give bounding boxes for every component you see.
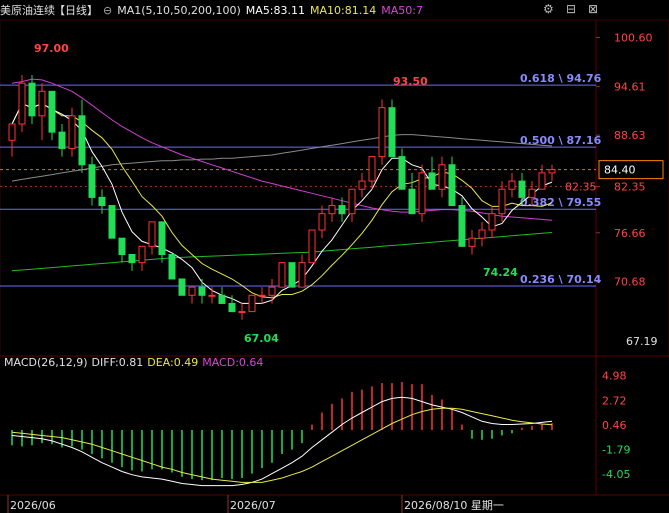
candle-body (168, 254, 176, 280)
chart-header: 美原油连续【日线】 ⊖ MA1(5,10,50,200,100) MA5:83.11 M… (0, 2, 428, 20)
macd-tick-label: 2.72 (602, 394, 627, 407)
price-tick-label: 100.60 (614, 32, 653, 45)
macd-value: MACD:0.64 (202, 356, 264, 369)
candle-body (218, 294, 226, 304)
period-label[interactable]: 【日线】 (54, 4, 98, 17)
candle-body (458, 205, 466, 247)
date-label: 2026/07 (230, 499, 276, 512)
price-tick-label: 94.61 (614, 80, 646, 93)
candle-body (118, 237, 126, 255)
macd-histogram (11, 382, 553, 481)
candle-body (78, 115, 86, 166)
candle-body (258, 294, 266, 297)
candle-body (328, 205, 336, 215)
candle-body (448, 164, 456, 207)
price-marker-label: 82.35 (565, 180, 597, 193)
candle-body (528, 188, 536, 198)
candle-body (348, 188, 356, 215)
fib-label: 0.618 \ 94.76 (520, 72, 602, 85)
candle-body (378, 107, 386, 158)
candle-body (538, 172, 546, 190)
close-icon[interactable]: ⊠ (588, 2, 598, 16)
macd-diff: DIFF:0.81 (91, 356, 144, 369)
candle-body (58, 131, 66, 149)
candle-body (508, 180, 516, 190)
ma50-line (11, 78, 553, 221)
low-annotation: 67.04 (244, 332, 279, 345)
candle-body (138, 245, 146, 264)
collapse-icon[interactable]: ⊟ (566, 2, 576, 16)
candle-body (408, 188, 416, 215)
price-tick-label: 70.68 (614, 276, 646, 289)
candle-body (478, 229, 486, 239)
candle-body (178, 278, 186, 296)
candle-body (198, 286, 206, 296)
candle-body (8, 123, 16, 141)
high-annotation: 93.50 (393, 75, 428, 88)
candle-body (68, 115, 76, 149)
date-label: 2026/08/10 星期一 (404, 499, 504, 512)
date-label: 2026/06 (10, 499, 56, 512)
candle-body (148, 221, 156, 247)
macd-header: MACD(26,12,9) DIFF:0.81 DEA:0.49 MACD:0.64 (4, 356, 267, 369)
candle-body (518, 180, 526, 198)
price-tick-label: 88.63 (614, 129, 646, 142)
instrument-title: 美原油连续 (0, 4, 55, 17)
candle-body (228, 302, 236, 313)
candle-body (298, 262, 306, 288)
candle-body (398, 156, 406, 190)
macd-tick-label: 4.98 (602, 370, 627, 383)
candle-body (428, 172, 436, 190)
candle-body (188, 286, 196, 296)
candle-body (108, 205, 116, 239)
candle-body (208, 294, 216, 297)
macd-tick-label: -1.79 (602, 444, 630, 457)
candle-body (268, 286, 276, 296)
candle-body (98, 196, 106, 207)
ma50-value: MA50:7 (381, 4, 423, 17)
candle-body (18, 82, 26, 125)
candle-body (318, 213, 326, 231)
candle-body (288, 262, 296, 288)
low-annotation: 74.24 (483, 266, 518, 279)
ma10-value: MA10:81.14 (310, 4, 377, 17)
candle-body (238, 311, 246, 314)
candle-body (468, 237, 476, 247)
candle-body (388, 107, 396, 158)
candles-group (8, 75, 556, 320)
candle-body (338, 205, 346, 215)
candle-body (498, 188, 506, 215)
fib-label: 0.236 \ 70.14 (520, 273, 602, 286)
candle-body (28, 82, 36, 117)
macd-tick-label: 0.46 (602, 419, 627, 432)
candle-body (358, 180, 366, 190)
candle-body (368, 156, 376, 182)
mode-icon[interactable]: ⊖ (103, 4, 112, 17)
candle-body (128, 254, 136, 264)
current-price-label: 84.40 (604, 164, 636, 177)
price-tick-label: 82.35 (614, 180, 646, 193)
candle-body (48, 90, 56, 133)
candle-body (158, 221, 166, 256)
ma5-value: MA5:83.11 (245, 4, 306, 17)
candle-body (248, 294, 256, 313)
candle-body (438, 164, 446, 190)
macd-title: MACD(26,12,9) (4, 356, 88, 369)
candle-body (488, 213, 496, 231)
high-annotation: 97.00 (34, 42, 69, 55)
ma-params[interactable]: MA1(5,10,50,200,100) (117, 4, 241, 17)
candle-body (548, 169, 556, 174)
macd-dea: DEA:0.49 (147, 356, 199, 369)
candle-body (308, 229, 316, 264)
price-bottom-label: 67.19 (626, 335, 658, 348)
candle-body (38, 90, 46, 117)
macd-tick-label: -4.05 (602, 468, 630, 481)
price-chart[interactable]: 100.60 94.61 88.63 82.35 76.66 70.68 67.19 0.61… (0, 0, 669, 513)
candle-body (418, 172, 426, 215)
settings-icon[interactable]: ⚙ (543, 2, 554, 16)
fib-label: 0.500 \ 87.16 (520, 134, 602, 147)
candle-body (278, 262, 286, 288)
candle-body (88, 164, 96, 198)
price-tick-label: 76.66 (614, 227, 646, 240)
